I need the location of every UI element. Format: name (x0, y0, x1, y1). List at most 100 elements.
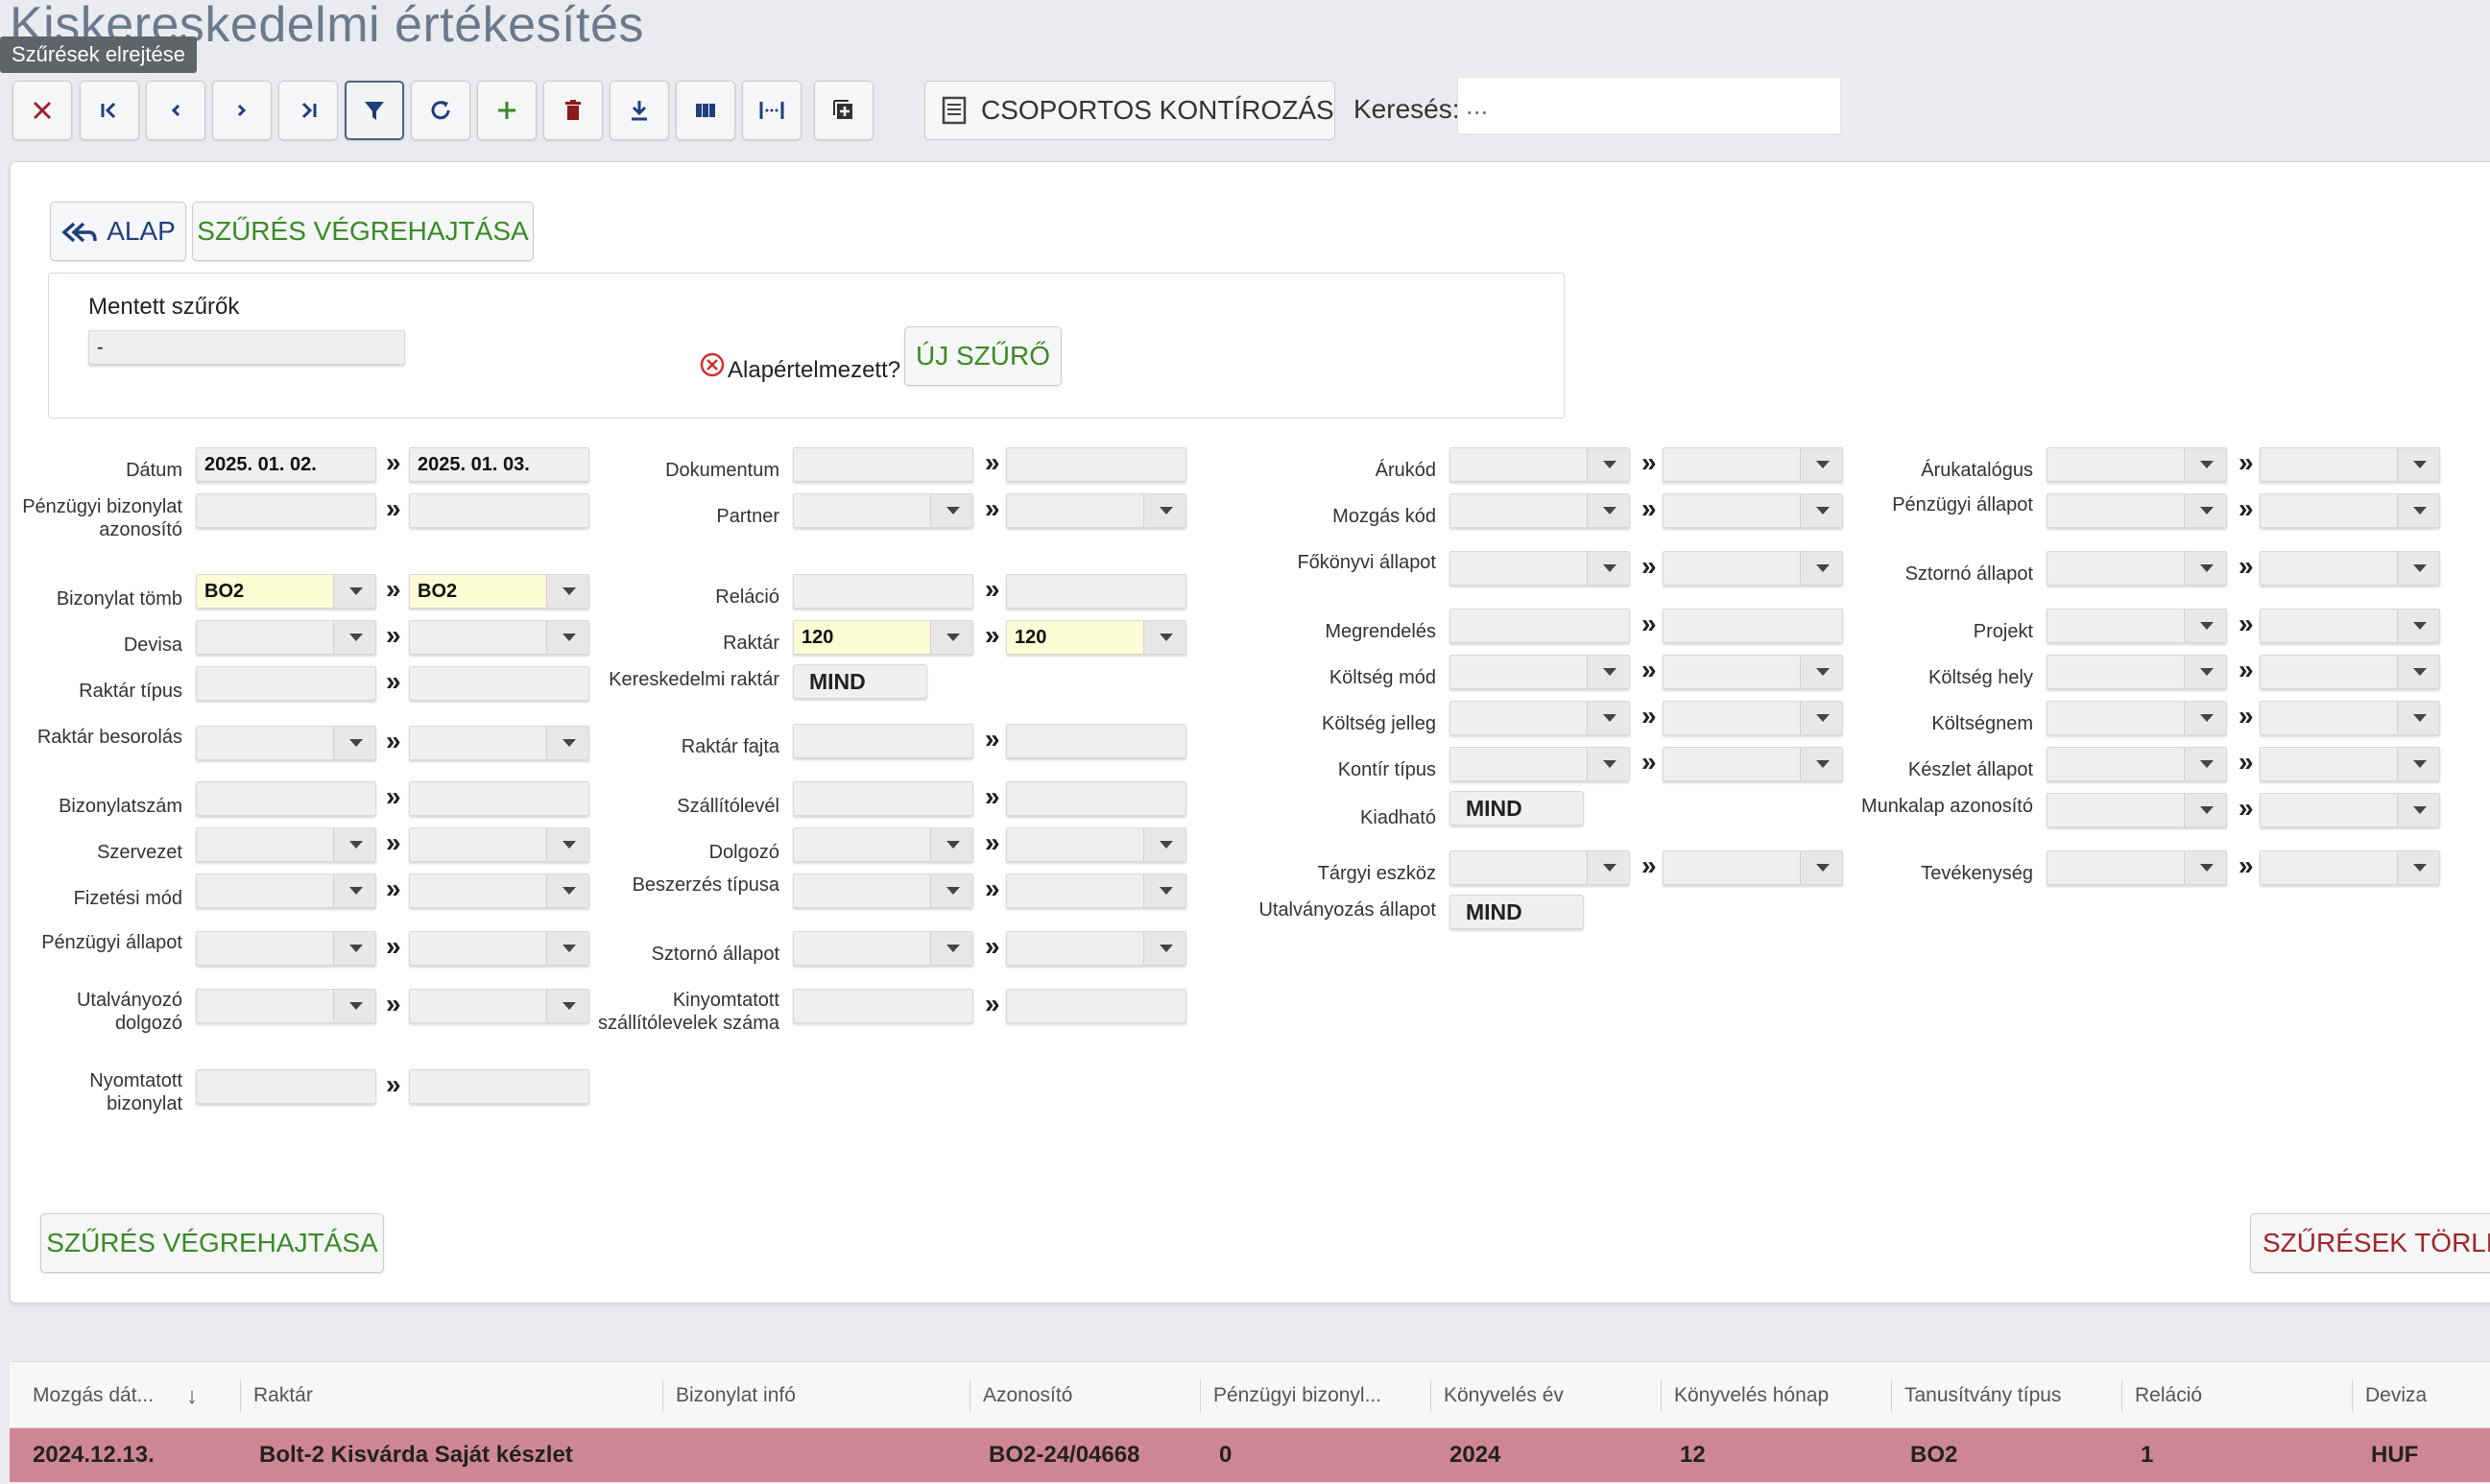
group-posting-button[interactable]: CSOPORTOS KONTÍROZÁS (924, 81, 1335, 140)
saved-filters-select[interactable]: - (88, 330, 405, 365)
szervezet-from[interactable] (196, 827, 376, 862)
penzugyi-azon-from[interactable] (196, 493, 376, 528)
sztorno-4-to[interactable] (2260, 551, 2440, 586)
koltsegnem-from[interactable] (2047, 701, 2227, 735)
raktar-tipus-to[interactable] (409, 666, 589, 701)
table-row[interactable]: 2024.12.13. Bolt-2 Kisvárda Saját készle… (10, 1428, 2490, 1482)
arukod-to[interactable] (1663, 447, 1843, 482)
kinyomtatott-from[interactable] (793, 989, 973, 1023)
search-input[interactable] (1457, 77, 1841, 134)
beszerzes-to[interactable] (1006, 874, 1186, 908)
column-header[interactable]: Reláció (2121, 1362, 2352, 1429)
dolgozo-from[interactable] (793, 827, 973, 862)
tevekenyseg-to[interactable] (2260, 850, 2440, 885)
koltseg-mod-from[interactable] (1449, 655, 1630, 689)
utalvanyozo-to[interactable] (409, 989, 589, 1023)
datum-to-input[interactable]: 2025. 01. 03. (409, 447, 589, 482)
datum-from-input[interactable]: 2025. 01. 02. (196, 447, 376, 482)
raktar-fajta-to[interactable] (1006, 724, 1186, 758)
sztorno-from[interactable] (793, 931, 973, 966)
munkalap-to[interactable] (2260, 793, 2440, 827)
koltseg-mod-to[interactable] (1663, 655, 1843, 689)
raktar-from-select[interactable]: 120 (793, 620, 973, 655)
kiadhato-toggle[interactable]: MIND (1449, 791, 1584, 826)
refresh-button[interactable] (411, 81, 470, 140)
tomb-to-select[interactable]: BO2 (409, 574, 589, 609)
raktar-besorolas-from[interactable] (196, 726, 376, 760)
dolgozo-to[interactable] (1006, 827, 1186, 862)
fokonyvi-from[interactable] (1449, 551, 1630, 586)
partner-from[interactable] (793, 493, 973, 528)
targyi-from[interactable] (1449, 850, 1630, 885)
fokonyvi-to[interactable] (1663, 551, 1843, 586)
column-header[interactable]: Tanusítvány típus (1891, 1362, 2121, 1429)
raktar-fajta-from[interactable] (793, 724, 973, 758)
bizonylatszam-to[interactable] (409, 781, 589, 816)
szervezet-to[interactable] (409, 827, 589, 862)
koltseg-jelleg-from[interactable] (1449, 701, 1630, 735)
relacio-from[interactable] (793, 574, 973, 609)
szallitolevel-from[interactable] (793, 781, 973, 816)
arukatalogus-from[interactable] (2047, 447, 2227, 482)
koltseg-jelleg-to[interactable] (1663, 701, 1843, 735)
first-record-button[interactable] (80, 81, 139, 140)
targyi-to[interactable] (1663, 850, 1843, 885)
koltsegnem-to[interactable] (2260, 701, 2440, 735)
bizonylatszam-from[interactable] (196, 781, 376, 816)
munkalap-from[interactable] (2047, 793, 2227, 827)
sztorno-to[interactable] (1006, 931, 1186, 966)
raktar-besorolas-to[interactable] (409, 726, 589, 760)
arukod-from[interactable] (1449, 447, 1630, 482)
penzugyi-allapot-from[interactable] (196, 931, 376, 966)
penzugyi-azon-to[interactable] (409, 493, 589, 528)
kinyomtatott-to[interactable] (1006, 989, 1186, 1023)
utalvanyozo-from[interactable] (196, 989, 376, 1023)
default-checkbox[interactable] (699, 351, 726, 383)
penzugyi-allapot-4-from[interactable] (2047, 493, 2227, 528)
new-filter-button[interactable]: ÚJ SZŰRŐ (904, 326, 1062, 386)
ker-raktar-toggle[interactable]: MIND (793, 664, 927, 699)
column-header[interactable]: Könyvelés hónap (1661, 1362, 1891, 1429)
kontir-tipus-to[interactable] (1663, 747, 1843, 781)
back-to-basic-button[interactable]: ALAP (50, 202, 186, 261)
spacing-button[interactable] (742, 81, 802, 140)
devisa-to-select[interactable] (409, 620, 589, 655)
columns-button[interactable] (676, 81, 735, 140)
add-button[interactable] (477, 81, 537, 140)
filter-toggle-button[interactable] (345, 81, 404, 140)
mozgas-kod-to[interactable] (1663, 493, 1843, 528)
tomb-from-select[interactable]: BO2 (196, 574, 376, 609)
projekt-to[interactable] (2260, 609, 2440, 643)
fizetesi-mod-from[interactable] (196, 874, 376, 908)
nyomtatott-from[interactable] (196, 1069, 376, 1104)
utalvanyozas-toggle[interactable]: MIND (1449, 895, 1584, 929)
prev-record-button[interactable] (146, 81, 205, 140)
column-header[interactable]: Könyvelés év (1430, 1362, 1661, 1429)
devisa-from-select[interactable] (196, 620, 376, 655)
sztorno-4-from[interactable] (2047, 551, 2227, 586)
raktar-to-select[interactable]: 120 (1006, 620, 1186, 655)
koltseg-hely-to[interactable] (2260, 655, 2440, 689)
projekt-from[interactable] (2047, 609, 2227, 643)
megrendeles-to[interactable] (1663, 609, 1843, 643)
keszlet-from[interactable] (2047, 747, 2227, 781)
column-header[interactable]: Azonosító (970, 1362, 1200, 1429)
megrendeles-from[interactable] (1449, 609, 1630, 643)
szallitolevel-to[interactable] (1006, 781, 1186, 816)
sort-down-icon[interactable]: ↓ (186, 1383, 198, 1410)
clear-filters-button[interactable]: SZŰRÉSEK TÖRLÉSE (2250, 1213, 2490, 1273)
partner-to[interactable] (1006, 493, 1186, 528)
tevekenyseg-from[interactable] (2047, 850, 2227, 885)
new-window-button[interactable] (814, 81, 874, 140)
relacio-to[interactable] (1006, 574, 1186, 609)
koltseg-hely-from[interactable] (2047, 655, 2227, 689)
penzugyi-allapot-4-to[interactable] (2260, 493, 2440, 528)
arukatalogus-to[interactable] (2260, 447, 2440, 482)
column-header[interactable]: Raktár (240, 1362, 662, 1429)
nyomtatott-to[interactable] (409, 1069, 589, 1104)
column-header[interactable]: Pénzügyi bizonyl... (1200, 1362, 1430, 1429)
beszerzes-from[interactable] (793, 874, 973, 908)
next-record-button[interactable] (212, 81, 272, 140)
fizetesi-mod-to[interactable] (409, 874, 589, 908)
keszlet-to[interactable] (2260, 747, 2440, 781)
